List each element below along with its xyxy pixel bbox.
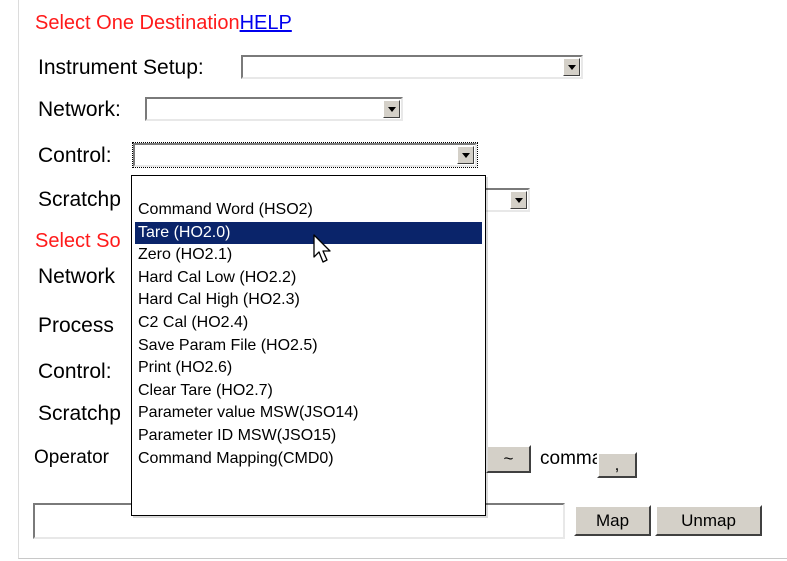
select-source-heading: Select So (35, 230, 121, 252)
source-network-label: Network (38, 265, 116, 288)
source-control-label: Control: (38, 360, 112, 383)
dropdown-option[interactable]: Command Mapping(CMD0) (135, 448, 482, 470)
dropdown-option[interactable]: Tare (HO2.0) (135, 221, 482, 244)
instrument-setup-label: Instrument Setup: (38, 56, 204, 79)
network-select[interactable] (145, 97, 403, 121)
chevron-down-icon[interactable] (510, 191, 527, 209)
dropdown-option[interactable]: Zero (HO2.1) (135, 244, 482, 266)
operator-label: Operator (34, 447, 109, 468)
dropdown-option[interactable]: C2 Cal (HO2.4) (135, 312, 482, 334)
scratchpad-label: Scratchp (38, 188, 121, 211)
dropdown-option[interactable]: Command Word (HSO2) (135, 199, 482, 221)
mouse-cursor-icon (313, 234, 331, 263)
select-destination-heading: Select One DestinationHELP (35, 12, 292, 35)
scratchpad-select[interactable] (480, 188, 530, 212)
tilde-button[interactable]: ~ (486, 445, 531, 473)
chevron-down-icon[interactable] (563, 58, 580, 76)
control-select[interactable] (132, 142, 478, 168)
map-button[interactable]: Map (574, 505, 651, 536)
unmap-button[interactable]: Unmap (655, 505, 762, 536)
control-dropdown-list[interactable]: Command Word (HSO2) Tare (HO2.0) Zero (HO2… (131, 175, 486, 516)
dropdown-option[interactable]: Hard Cal High (HO2.3) (135, 289, 482, 311)
dropdown-option[interactable]: Print (HO2.6) (135, 357, 482, 379)
dropdown-option[interactable]: Clear Tare (HO2.7) (135, 380, 482, 402)
network-label: Network: (38, 98, 121, 121)
instrument-setup-select[interactable] (241, 55, 583, 79)
chevron-down-icon[interactable] (383, 100, 400, 118)
dropdown-option[interactable]: Parameter value MSW(JSO14) (135, 402, 482, 424)
comma-button[interactable]: , (597, 452, 637, 478)
source-scratchpad-label: Scratchp (38, 402, 121, 425)
process-label: Process (38, 314, 114, 337)
chevron-down-icon[interactable] (457, 146, 474, 164)
comma-label: comma (540, 448, 603, 469)
help-link[interactable]: HELP (240, 12, 292, 34)
dropdown-option[interactable]: Parameter ID MSW(JSO15) (135, 425, 482, 447)
dropdown-option[interactable]: Hard Cal Low (HO2.2) (135, 267, 482, 289)
destination-heading-text: Select One Destination (35, 12, 240, 34)
dropdown-option[interactable]: Save Param File (HO2.5) (135, 335, 482, 357)
control-label: Control: (38, 144, 112, 167)
